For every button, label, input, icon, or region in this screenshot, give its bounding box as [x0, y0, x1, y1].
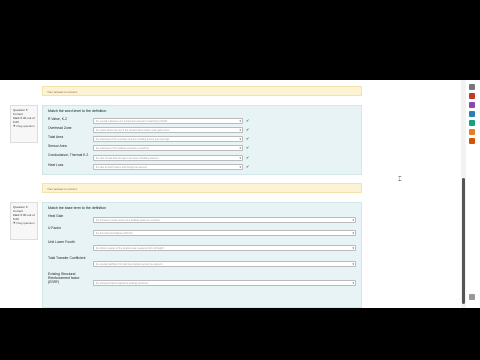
match-row: U Factor the thermal transmittance (W/m²K… [43, 226, 363, 240]
match-term-label: Overhead Zone [48, 126, 72, 130]
chevron-down-icon: ▾ [239, 146, 241, 150]
arrow-icon[interactable] [469, 84, 475, 90]
definition-select[interactable]: the correction factor applied to existin… [93, 280, 356, 286]
selected-definition: the overall resistance of a component el… [96, 120, 168, 123]
selected-definition: the total area of the surfaces exposed t… [96, 147, 149, 150]
plus-icon[interactable] [469, 294, 475, 300]
question-info-q2: Question 6 Correct Mark 5.00 out of 5.00… [10, 202, 38, 240]
chevron-down-icon: ▾ [239, 137, 241, 141]
definition-select[interactable]: the overall coefficient for total heat t… [93, 261, 356, 267]
match-row: Conductance, Thermal K.2 the rate of heat… [43, 153, 363, 163]
check-icon: ✔ [246, 155, 250, 160]
selected-definition: the thermal transmittance (W/m²K) [96, 232, 133, 235]
definition-select[interactable]: the overall resistance of a component el… [93, 118, 243, 124]
match-term-label: Unit Lower Fourth [48, 240, 75, 244]
chevron-down-icon: ▾ [352, 231, 354, 235]
browser-viewport: Your answer is correct. Question 5 Corre… [0, 80, 480, 308]
definition-select[interactable]: the total area of the envelope element i… [93, 136, 243, 142]
selected-definition: the rate of heat flow through a unit are… [96, 157, 159, 160]
match-row: Existing Structural Reinforcement factor… [43, 272, 363, 294]
mouse-cursor-icon: ⌶ [398, 177, 402, 183]
scrollbar-thumb[interactable] [462, 178, 465, 304]
match-term-label: Heat Loss [48, 163, 64, 167]
star-icon[interactable] [469, 129, 475, 135]
match-row: R Value, K-2 the overall resistance of a … [43, 117, 363, 126]
question-mark: Mark 5.00 out of 5.00 [13, 213, 35, 221]
quiz-page: Your answer is correct. Question 5 Corre… [0, 80, 466, 308]
question-info-q1: Question 5 Correct Mark 6.00 out of 6.00… [10, 105, 38, 143]
selected-definition: the increase in heat content of a buildi… [96, 219, 160, 222]
chevron-down-icon: ▾ [239, 165, 241, 169]
definition-select[interactable]: the thermal transmittance (W/m²K) ▾ [93, 230, 356, 236]
chevron-down-icon: ▾ [239, 128, 241, 132]
browser-side-toolbar [466, 80, 480, 308]
check-icon: ✔ [246, 164, 250, 169]
match-term-label: Conductance, Thermal K.2 [48, 153, 89, 157]
match-row: Heat Loss the rate at which heat is lost … [43, 163, 363, 172]
flag-question-link[interactable]: ⚑ Flag question [13, 221, 35, 225]
globe-icon[interactable] [469, 120, 475, 126]
check-icon: ✔ [246, 145, 250, 150]
selected-definition: the overall coefficient for total heat t… [96, 263, 162, 266]
check-icon: ✔ [246, 127, 250, 132]
match-row: Overhead Zone the space above the top of … [43, 126, 363, 135]
match-term-label: U Factor [48, 226, 61, 230]
match-row: Sensor Area the total area of the surface… [43, 144, 363, 153]
check-icon: ✔ [246, 118, 250, 123]
chevron-down-icon: ▾ [239, 156, 241, 160]
chevron-down-icon: ▾ [239, 119, 241, 123]
flag-question-link[interactable]: ⚑ Flag question [13, 124, 35, 128]
feedback-correct-q2: Your answer is correct. [42, 183, 362, 193]
match-row: Heat Gain the increase in heat content of… [43, 214, 363, 226]
selected-definition: the bottom quarter of the window area me… [96, 247, 164, 250]
definition-select[interactable]: the rate at which heat is lost through a… [93, 164, 243, 170]
question-box-q1: Match the word level to the definition R… [42, 105, 362, 175]
selected-definition: the correction factor applied to existin… [96, 282, 149, 285]
flag-label: Flag question [16, 221, 35, 225]
extension-icon[interactable] [469, 102, 475, 108]
gear-icon[interactable] [469, 138, 475, 144]
definition-select[interactable]: the space above the top of the window fr… [93, 127, 243, 133]
definition-select[interactable]: the rate of heat flow through a unit are… [93, 155, 243, 161]
chevron-down-icon: ▾ [352, 262, 354, 266]
definition-select[interactable]: the bottom quarter of the window area me… [93, 245, 356, 251]
match-row: Total Area the total area of the envelope… [43, 135, 363, 144]
match-term-label: R Value, K-2 [48, 117, 67, 121]
definition-select[interactable]: the increase in heat content of a buildi… [93, 217, 356, 223]
match-row: Total Transfer Coefficient the overall co… [43, 256, 363, 272]
question-mark: Mark 6.00 out of 6.00 [13, 116, 35, 124]
feedback-correct-q1: Your answer is correct. [42, 86, 362, 96]
match-term-label: Heat Gain [48, 214, 64, 218]
selected-definition: the rate at which heat is lost through a… [96, 166, 147, 169]
match-term-label: Total Area [48, 135, 64, 139]
question-box-q2: Match the base term to the definition He… [42, 202, 362, 308]
match-row: Unit Lower Fourth the bottom quarter of t… [43, 240, 363, 256]
match-term-label: Existing Structural Reinforcement factor… [48, 272, 80, 284]
selected-definition: the space above the top of the window fr… [96, 129, 170, 132]
selected-definition: the total area of the envelope element i… [96, 138, 170, 141]
flag-label: Flag question [16, 124, 35, 128]
bookmark-icon[interactable] [469, 93, 475, 99]
match-term-label: Sensor Area [48, 144, 67, 148]
chevron-down-icon: ▾ [352, 281, 354, 285]
question-text: Match the base term to the definition [48, 206, 107, 210]
chevron-down-icon: ▾ [352, 218, 354, 222]
check-icon: ✔ [246, 136, 250, 141]
question-text: Match the word level to the definition [48, 109, 107, 113]
chevron-down-icon: ▾ [352, 246, 354, 250]
match-term-label: Total Transfer Coefficient [48, 256, 86, 260]
definition-select[interactable]: the total area of the surfaces exposed t… [93, 145, 243, 151]
lock-icon[interactable] [469, 111, 475, 117]
